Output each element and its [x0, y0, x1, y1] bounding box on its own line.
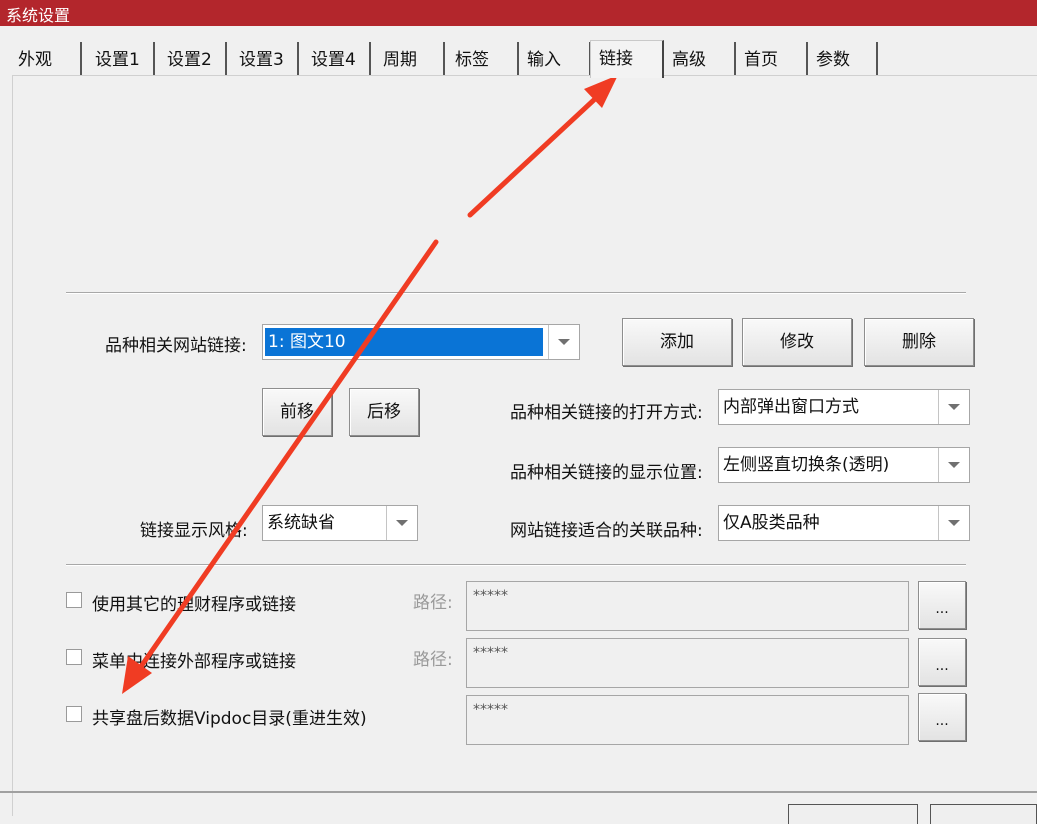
tab-params[interactable]: 参数 — [808, 42, 878, 75]
separator-bottom — [66, 564, 966, 566]
site-link-combo[interactable]: 1: 图文10 — [262, 324, 580, 360]
open-mode-label: 品种相关链接的打开方式: — [510, 403, 703, 423]
other-program-label: 使用其它的理财程序或链接 — [92, 595, 296, 615]
open-mode-combo[interactable]: 内部弹出窗口方式 — [718, 389, 970, 425]
link-style-value: 系统缺省 — [267, 513, 335, 533]
browse-button-3-label: ... — [935, 713, 949, 729]
tab-links[interactable]: 链接 — [590, 40, 664, 78]
related-type-combo[interactable]: 仅A股类品种 — [718, 505, 970, 541]
move-down-button[interactable]: 后移 — [349, 388, 419, 436]
title-bar: 系统设置 — [0, 0, 1037, 26]
add-button[interactable]: 添加 — [622, 318, 732, 366]
tab-settings4[interactable]: 设置4 — [303, 42, 371, 75]
chevron-down-icon[interactable] — [938, 506, 969, 540]
browse-button-3[interactable]: ... — [918, 693, 966, 741]
link-style-label: 链接显示风格: — [140, 521, 248, 541]
display-position-combo[interactable]: 左侧竖直切换条(透明) — [718, 447, 970, 483]
ok-button[interactable] — [788, 804, 918, 824]
browse-button-1[interactable]: ... — [918, 581, 966, 629]
tab-advanced[interactable]: 高级 — [664, 42, 736, 75]
menu-link-label: 菜单中连接外部程序或链接 — [92, 652, 296, 672]
display-position-label: 品种相关链接的显示位置: — [510, 463, 703, 483]
separator-top — [66, 292, 966, 294]
tab-home[interactable]: 首页 — [736, 42, 808, 75]
tab-settings3[interactable]: 设置3 — [231, 42, 299, 75]
tab-label[interactable]: 标签 — [447, 42, 519, 75]
related-type-value: 仅A股类品种 — [723, 513, 820, 533]
share-vipdoc-checkbox[interactable] — [66, 706, 82, 722]
tab-input[interactable]: 输入 — [519, 42, 591, 75]
tab-period[interactable]: 周期 — [375, 42, 445, 75]
link-style-combo[interactable]: 系统缺省 — [262, 505, 418, 541]
path-label-2: 路径: — [413, 650, 453, 670]
related-type-label: 网站链接适合的关联品种: — [510, 521, 703, 541]
chevron-down-icon[interactable] — [938, 448, 969, 482]
path-label-1: 路径: — [413, 593, 453, 613]
delete-button[interactable]: 删除 — [864, 318, 974, 366]
chevron-down-icon[interactable] — [548, 325, 579, 359]
path-input-2[interactable]: ***** — [466, 638, 909, 688]
modify-button[interactable]: 修改 — [742, 318, 852, 366]
path-input-1[interactable]: ***** — [466, 581, 909, 631]
chevron-down-icon[interactable] — [938, 390, 969, 424]
path-input-3[interactable]: ***** — [466, 695, 909, 745]
tab-settings1[interactable]: 设置1 — [87, 42, 155, 75]
tab-settings2[interactable]: 设置2 — [159, 42, 227, 75]
open-mode-value: 内部弹出窗口方式 — [723, 397, 859, 417]
dialog-footer-separator — [0, 791, 1037, 793]
window-title: 系统设置 — [6, 6, 71, 25]
display-position-value: 左侧竖直切换条(透明) — [723, 455, 890, 475]
site-link-value: 1: 图文10 — [265, 328, 543, 356]
chevron-down-icon[interactable] — [386, 506, 417, 540]
tab-appearance[interactable]: 外观 — [10, 42, 82, 75]
cancel-button[interactable] — [930, 804, 1037, 824]
site-link-label: 品种相关网站链接: — [105, 336, 247, 356]
move-up-button[interactable]: 前移 — [262, 388, 332, 436]
other-program-checkbox[interactable] — [66, 592, 82, 608]
share-vipdoc-label: 共享盘后数据Vipdoc目录(重进生效) — [92, 709, 367, 729]
browse-button-2[interactable]: ... — [918, 638, 966, 686]
menu-link-checkbox[interactable] — [66, 649, 82, 665]
